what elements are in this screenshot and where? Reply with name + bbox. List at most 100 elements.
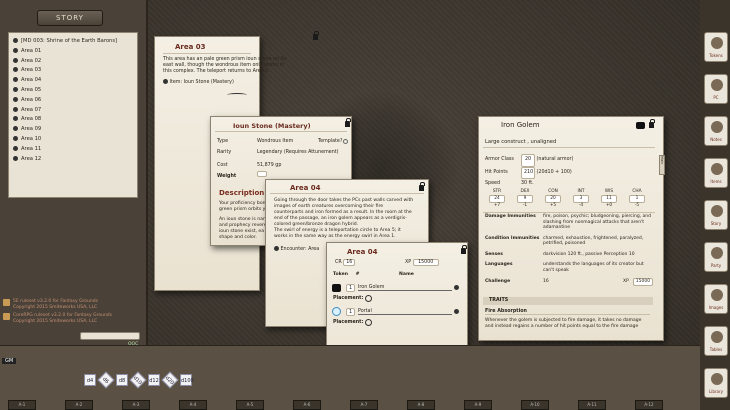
ability-str[interactable]: STR 24 +7: [485, 189, 509, 209]
cost-value[interactable]: 51,879 gp: [257, 163, 281, 168]
story-tab[interactable]: STORY: [37, 10, 103, 26]
hotkey-tab[interactable]: A-3: [122, 400, 150, 410]
dice-d100[interactable]: d100: [180, 374, 194, 386]
count-field[interactable]: 1: [346, 284, 356, 292]
npc-details: Damage Immunities fire, poison, psychic; …: [485, 214, 655, 286]
hotkey-tab[interactable]: A-2: [65, 400, 93, 410]
story-window: STORY [MD 003: Shrine of the Earth Baron…: [0, 0, 148, 347]
toolbar-pc-button[interactable]: PC: [704, 74, 728, 104]
rarity-value[interactable]: Legendary (Requires Attunement): [257, 150, 339, 155]
hotkey-tab[interactable]: A-12: [635, 400, 663, 410]
notes-icon: [711, 121, 723, 133]
npc-name[interactable]: Portal: [358, 309, 452, 315]
ability-score[interactable]: 9: [517, 195, 533, 203]
golem-token-icon[interactable]: [636, 122, 645, 129]
hp-field[interactable]: 210: [521, 166, 535, 179]
portal-token-icon[interactable]: [332, 307, 341, 316]
link-icon[interactable]: [454, 285, 459, 290]
ac-field[interactable]: 20: [521, 154, 535, 167]
toolbar-items-button[interactable]: Items: [704, 158, 728, 188]
images-icon: [711, 289, 723, 301]
link-icon[interactable]: [454, 309, 459, 314]
story-item[interactable]: Area 01: [13, 47, 137, 57]
lock-icon[interactable]: [461, 245, 467, 254]
story-item[interactable]: Area 12: [13, 155, 137, 165]
items-icon: [711, 163, 723, 175]
template-label: Template?: [318, 139, 343, 144]
hotkey-tab[interactable]: A-6: [293, 400, 321, 410]
story-item[interactable]: Area 02: [13, 57, 137, 67]
hotkey-tab[interactable]: A-4: [179, 400, 207, 410]
count-field[interactable]: 1: [346, 308, 356, 316]
dice-d8[interactable]: d8: [116, 374, 128, 386]
story-item[interactable]: Area 08: [13, 115, 137, 125]
ability-wis[interactable]: WIS 11 +0: [597, 189, 621, 209]
lock-icon[interactable]: [419, 182, 425, 191]
toolbar-tables-button[interactable]: Tables: [704, 326, 728, 356]
encounter-link[interactable]: Encounter: Area: [274, 246, 319, 252]
toolbar-tokens-button[interactable]: Tokens: [704, 32, 728, 62]
placement-check-icon[interactable]: [365, 319, 372, 326]
link-icon: [13, 155, 18, 161]
hotkey-tab[interactable]: A-1: [8, 400, 36, 410]
link-icon: [163, 79, 168, 84]
hotkey-tab[interactable]: A-5: [236, 400, 264, 410]
toolbar-library-button[interactable]: Library: [704, 368, 728, 398]
ability-score[interactable]: 3: [573, 195, 589, 203]
story-item[interactable]: Area 05: [13, 86, 137, 96]
toolbar-label: Tables: [709, 347, 723, 352]
story-item[interactable]: Area 09: [13, 125, 137, 135]
table-row[interactable]: 1 Iron Golem Placement:: [332, 282, 462, 304]
ability-con[interactable]: CON 20 +5: [541, 189, 565, 209]
module-entry[interactable]: CoreRPG ruleset v3.2.0 for Fantasy Groun…: [3, 313, 145, 324]
type-value[interactable]: Wondrous Item: [257, 139, 293, 144]
lock-icon[interactable]: [345, 118, 351, 127]
ooc-input[interactable]: [80, 332, 140, 340]
lock-icon[interactable]: [313, 31, 319, 40]
ability-score[interactable]: 1: [629, 195, 645, 203]
xp-field[interactable]: 15000: [412, 259, 439, 266]
story-item[interactable]: [MD 003: Shrine of the Earth Barons]: [13, 37, 137, 47]
story-item[interactable]: Area 06: [13, 96, 137, 106]
npc-name[interactable]: Iron Golem: [358, 285, 452, 291]
ability-dex[interactable]: DEX 9 -1: [513, 189, 537, 209]
table-row[interactable]: 1 Portal Placement:: [332, 306, 462, 328]
hotkey-tab[interactable]: A-7: [350, 400, 378, 410]
trait-name[interactable]: Fire Absorption: [485, 309, 650, 315]
lock-icon[interactable]: [649, 119, 655, 128]
ability-score[interactable]: 24: [489, 195, 505, 203]
area03-link[interactable]: Item: Ioun Stone (Mastery): [163, 79, 234, 85]
weight-input[interactable]: [257, 171, 267, 177]
cr-field[interactable]: 16: [343, 259, 356, 266]
ability-int[interactable]: INT 3 -4: [569, 189, 593, 209]
module-entry[interactable]: 5E ruleset v3.2.0 for Fantasy Grounds Co…: [3, 299, 145, 310]
pc-icon: [711, 79, 723, 91]
story-item[interactable]: Area 03: [13, 66, 137, 76]
toolbar-story-button[interactable]: Story: [704, 200, 728, 230]
ability-mod: +5: [549, 203, 557, 208]
story-list[interactable]: [MD 003: Shrine of the Earth Barons] Area…: [8, 32, 138, 198]
toolbar-notes-button[interactable]: Notes: [704, 116, 728, 146]
dice-d4[interactable]: d4: [84, 374, 96, 386]
dice-d12[interactable]: d12: [148, 374, 160, 386]
ability-scores: STR 24 +7 DEX 9 -1 CON 20 +5 INT 3 -4 WIS 11 +0 CHA 1 -5: [485, 189, 655, 211]
hotkey-tab[interactable]: A-10: [521, 400, 549, 410]
story-item[interactable]: Area 04: [13, 76, 137, 86]
story-item[interactable]: Area 07: [13, 106, 137, 116]
ability-cha[interactable]: CHA 1 -5: [625, 189, 649, 209]
placement-check-icon[interactable]: [365, 295, 372, 302]
story-item[interactable]: Area 11: [13, 145, 137, 155]
link-icon: [13, 38, 18, 43]
story-item[interactable]: Area 10: [13, 135, 137, 145]
toolbar-party-button[interactable]: Party: [704, 242, 728, 272]
hotkey-tab[interactable]: A-9: [464, 400, 492, 410]
template-checkbox[interactable]: [343, 139, 348, 144]
main-side-tab[interactable]: Main: [659, 155, 665, 175]
toolbar-images-button[interactable]: Images: [704, 284, 728, 314]
hotkey-tab[interactable]: A-8: [407, 400, 435, 410]
hotkey-tab[interactable]: A-11: [578, 400, 606, 410]
xp-field[interactable]: 15000: [632, 278, 654, 286]
golem-token-icon[interactable]: [332, 284, 341, 292]
ability-score[interactable]: 20: [545, 195, 561, 203]
ability-score[interactable]: 11: [601, 195, 617, 203]
